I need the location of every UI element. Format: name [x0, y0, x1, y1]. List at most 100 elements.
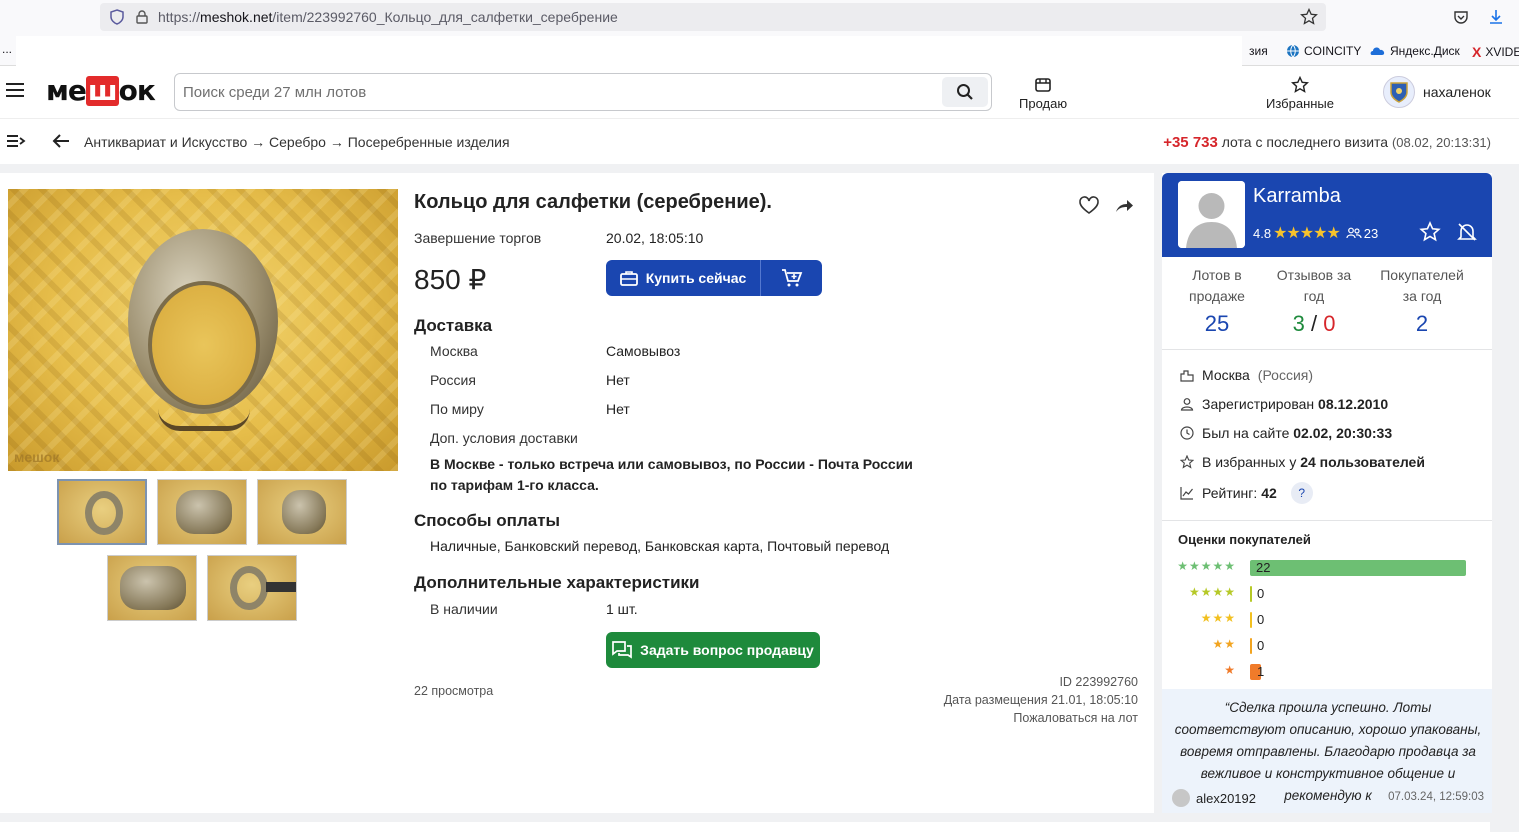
end-label: Завершение торгов — [414, 230, 542, 246]
avatar — [1383, 76, 1415, 108]
lot-card: мешок Кольцо для салфетки (серебрение). … — [0, 173, 1154, 813]
ask-seller-button[interactable]: Задать вопрос продавцу — [606, 632, 820, 668]
stock-label: В наличии — [430, 601, 498, 617]
star-outline-icon — [1180, 455, 1194, 469]
thumbnail[interactable] — [257, 479, 347, 545]
lot-id: ID 223992760 — [1059, 675, 1138, 689]
menu-icon[interactable] — [6, 83, 24, 97]
rating-row[interactable]: ★★ 0 — [1162, 637, 1492, 655]
breadcrumb-bar: Антиквариат и Искусство → Серебро → Посе… — [0, 118, 1519, 164]
search-input[interactable] — [183, 82, 923, 102]
page-bottom — [0, 822, 1490, 832]
thumbnail[interactable] — [207, 555, 297, 621]
bookmarks-blank-area — [16, 36, 1242, 66]
seller-rating: 4.8 ★★★★★ 23 — [1253, 225, 1379, 242]
buy-now-button[interactable]: Купить сейчас — [606, 260, 761, 296]
review-author[interactable]: alex20192 — [1172, 789, 1256, 807]
download-icon[interactable] — [1487, 8, 1505, 26]
thumbnail[interactable] — [57, 479, 147, 545]
rating-bar — [1250, 612, 1252, 628]
lot-title: Кольцо для салфетки (серебрение). — [414, 191, 772, 213]
bookmarks-overflow[interactable]: ... — [2, 42, 12, 56]
review-date: 07.03.24, 12:59:03 — [1388, 791, 1484, 803]
seller-name[interactable]: Karramba — [1253, 185, 1341, 208]
favorites-link[interactable]: Избранные — [1266, 76, 1334, 111]
cart-plus-icon — [781, 269, 802, 287]
seller-last-seen: Был на сайте 02.02, 20:30:33 — [1180, 425, 1392, 441]
clock-icon — [1180, 426, 1194, 440]
shield-icon[interactable] — [110, 9, 124, 25]
stat-reviews[interactable]: Отзывов за год 3 / 0 — [1272, 265, 1356, 337]
add-to-cart-button[interactable] — [761, 260, 822, 296]
catalog-menu-icon[interactable] — [6, 134, 26, 148]
back-arrow-icon[interactable] — [52, 133, 70, 149]
seller-header: Karramba 4.8 ★★★★★ 23 — [1162, 173, 1492, 257]
username: нахаленок — [1423, 84, 1491, 100]
seller-avatar[interactable] — [1178, 181, 1245, 248]
rating-count: 22 — [1256, 560, 1271, 575]
rating-row[interactable]: ★★★★ 0 — [1162, 585, 1492, 603]
lock-icon[interactable] — [136, 10, 148, 24]
photo-watermark: мешок — [14, 449, 60, 465]
city-icon — [1180, 370, 1194, 382]
views-count: 22 просмотра — [414, 684, 494, 698]
complain-link[interactable]: Пожаловаться на лот — [1013, 711, 1138, 725]
seller-favorited: В избранных у 24 пользователей — [1180, 454, 1425, 470]
bookmarks-bar: ... зия COINCITY Яндекс.Диск X XVIDE — [0, 36, 1519, 66]
rating-stars-icon: ★★ — [1212, 637, 1236, 651]
url-text: https://meshok.net/item/223992760_Кольцо… — [158, 9, 618, 25]
price: 850 ₽ — [414, 264, 487, 295]
bookmark-star-icon[interactable] — [1300, 8, 1318, 26]
thumbnail[interactable] — [157, 479, 247, 545]
rating-count: 0 — [1257, 586, 1265, 601]
rating-row[interactable]: ★★★ 0 — [1162, 611, 1492, 629]
ratings-heading: Оценки покупателей — [1178, 532, 1311, 547]
rating-count: 0 — [1257, 638, 1265, 653]
rating-bar — [1250, 560, 1466, 576]
thumbnail[interactable] — [107, 555, 197, 621]
bookmark-item[interactable]: зия — [1249, 44, 1268, 58]
star-icon — [1291, 76, 1309, 93]
rating-bar — [1250, 638, 1252, 654]
search-button[interactable] — [942, 77, 988, 107]
rating-stars-icon: ★★★ — [1200, 611, 1236, 625]
delivery-value: Нет — [606, 372, 630, 388]
stat-buyers[interactable]: Покупателей за год 2 — [1372, 265, 1472, 337]
seller-panel: Karramba 4.8 ★★★★★ 23 Лотов в продаже 25… — [1162, 173, 1492, 813]
help-button[interactable]: ? — [1290, 482, 1313, 504]
user-menu[interactable]: нахаленок — [1383, 76, 1491, 108]
bell-off-icon[interactable] — [1456, 221, 1478, 243]
favorite-seller-icon[interactable] — [1419, 221, 1441, 243]
bookmark-coincity[interactable]: COINCITY — [1286, 44, 1361, 58]
rating-row[interactable]: ★★★★★ 22 — [1162, 559, 1492, 577]
latest-review[interactable]: “Сделка прошла успешно. Лоты соответству… — [1162, 689, 1492, 813]
site-header: мешок Продаю Избранные нахаленок — [0, 66, 1519, 118]
breadcrumb[interactable]: Антиквариат и Искусство → Серебро → Посе… — [84, 134, 510, 150]
rating-row[interactable]: ★ 1 — [1162, 663, 1492, 681]
rating-count: 1 — [1257, 664, 1265, 679]
address-bar[interactable]: https://meshok.net/item/223992760_Кольцо… — [100, 3, 1326, 31]
bookmark-yandex-disk[interactable]: Яндекс.Диск — [1370, 44, 1460, 58]
seller-score: Рейтинг: 42 ? — [1180, 482, 1313, 504]
x-icon: X — [1472, 44, 1482, 60]
cloud-icon — [1370, 47, 1385, 55]
heart-icon[interactable] — [1078, 195, 1100, 217]
stat-lots[interactable]: Лотов в продаже 25 — [1174, 265, 1260, 337]
delivery-region: Россия — [430, 372, 476, 388]
browser-toolbar: https://meshok.net/item/223992760_Кольцо… — [0, 0, 1519, 36]
bookmark-xvide[interactable]: X XVIDE — [1472, 44, 1519, 60]
default-avatar-icon — [1178, 181, 1245, 248]
extra-delivery-label: Доп. условия доставки — [430, 430, 578, 446]
seller-city: Москва (Россия) — [1180, 367, 1313, 383]
main-photo[interactable]: мешок — [8, 189, 398, 471]
review-avatar — [1172, 789, 1190, 807]
share-icon[interactable] — [1113, 195, 1135, 217]
pocket-icon[interactable] — [1452, 8, 1470, 26]
sell-link[interactable]: Продаю — [1019, 76, 1067, 111]
delivery-value: Нет — [606, 401, 630, 417]
user-icon — [1180, 398, 1194, 411]
rating-stars-icon: ★★★★★ — [1273, 225, 1341, 242]
briefcase-icon — [619, 271, 638, 286]
site-logo[interactable]: мешок — [46, 74, 156, 107]
new-lots-since-visit[interactable]: +35 733 лота с последнего визита (08.02,… — [1163, 134, 1491, 151]
